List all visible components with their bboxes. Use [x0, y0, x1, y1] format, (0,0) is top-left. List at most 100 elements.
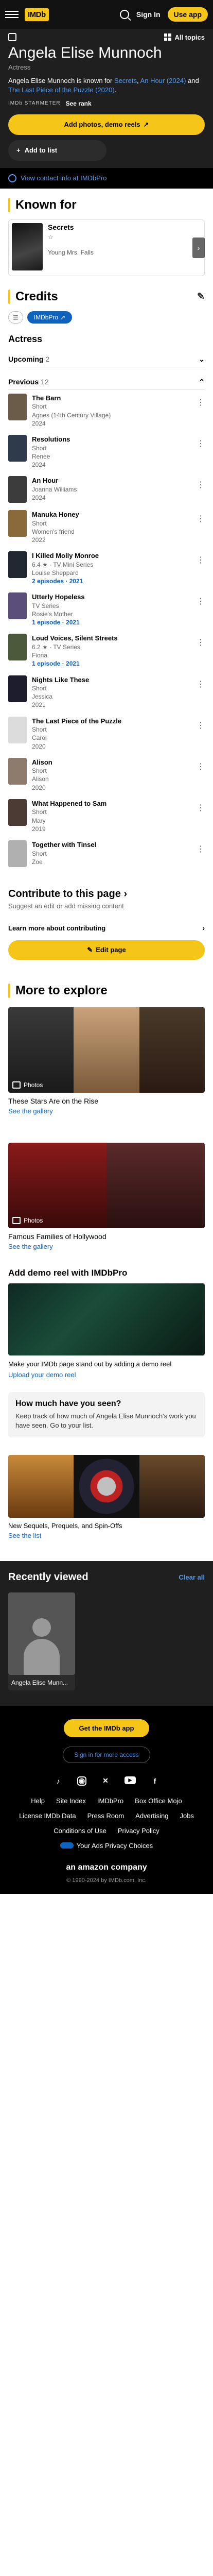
see-list-link[interactable]: See the list [8, 1532, 205, 1539]
add-photos-button[interactable]: Add photos, demo reels ↗ [8, 114, 205, 135]
footer-link[interactable]: IMDbPro [97, 1797, 123, 1805]
previous-toggle[interactable]: Previous 12 ⌃ [8, 375, 205, 390]
all-topics-label: All topics [174, 33, 205, 41]
gallery-card-families[interactable]: Photos [8, 1142, 205, 1228]
credit-meta2: Zoe [32, 858, 43, 866]
sign-in-link[interactable]: Sign In [136, 10, 161, 19]
more-options-icon[interactable]: ⋮ [197, 720, 205, 731]
more-options-icon[interactable]: ⋮ [197, 514, 205, 524]
credit-title[interactable]: Loud Voices, Silent Streets [32, 634, 205, 643]
more-options-icon[interactable]: ⋮ [197, 844, 205, 854]
bio-link-last-piece[interactable]: The Last Piece of the Puzzle (2020) [8, 86, 115, 94]
credit-title[interactable]: Nights Like These [32, 675, 205, 685]
credit-title[interactable]: What Happened to Sam [32, 799, 205, 808]
credit-row[interactable]: Together with Tinsel Short Zoe ⋮ [8, 837, 205, 871]
footer-link[interactable]: License IMDb Data [19, 1812, 76, 1820]
credit-row[interactable]: What Happened to Sam Short Mary 2019 ⋮ [8, 795, 205, 837]
imdbpro-contact-link[interactable]: View contact info at IMDbPro [0, 167, 213, 189]
upload-demo-reel-link[interactable]: Upload your demo reel [8, 1371, 205, 1379]
sign-in-more-button[interactable]: Sign in for more access [63, 1746, 150, 1763]
edit-pencil-icon[interactable]: ✎ [197, 291, 205, 302]
footer-link[interactable]: Site Index [56, 1797, 86, 1805]
credit-title[interactable]: Resolutions [32, 435, 205, 444]
footer-link[interactable]: Jobs [180, 1812, 193, 1820]
gallery-title: Famous Families of Hollywood [8, 1232, 106, 1241]
footer-link[interactable]: Advertising [135, 1812, 168, 1820]
use-app-button[interactable]: Use app [167, 7, 208, 22]
credit-row[interactable]: Alison Short Alison 2020 ⋮ [8, 754, 205, 795]
filter-icon[interactable]: ☰ [8, 311, 23, 324]
clear-all-button[interactable]: Clear all [179, 1573, 205, 1581]
instagram-icon[interactable]: ◉ [77, 1776, 86, 1786]
tiktok-icon[interactable]: ♪ [54, 1776, 63, 1786]
footer-link[interactable]: Box Office Mojo [135, 1797, 182, 1805]
more-options-icon[interactable]: ⋮ [197, 761, 205, 772]
photos-label: Photos [24, 1216, 43, 1224]
demo-reel-image[interactable] [8, 1283, 205, 1355]
star-outline-icon[interactable]: ☆ [48, 233, 94, 241]
more-options-icon[interactable]: ⋮ [197, 555, 205, 565]
imdbpro-chip[interactable]: IMDbPro ↗ [27, 311, 73, 324]
learn-contributing-link[interactable]: Learn more about contributing › [8, 921, 205, 935]
credit-info: Loud Voices, Silent Streets 6.2 ★ · TV Se… [32, 634, 205, 668]
credit-row[interactable]: An Hour Joanna Williams 2024 ⋮ [8, 472, 205, 506]
credit-title[interactable]: An Hour [32, 476, 205, 485]
credit-row[interactable]: Loud Voices, Silent Streets 6.2 ★ · TV Se… [8, 630, 205, 671]
credit-title[interactable]: Together with Tinsel [32, 840, 205, 850]
more-options-icon[interactable]: ⋮ [197, 596, 205, 606]
see-gallery-link[interactable]: See the gallery [8, 1243, 205, 1250]
sequels-image[interactable] [8, 1454, 205, 1518]
get-app-button[interactable]: Get the IMDb app [63, 1719, 150, 1737]
youtube-icon[interactable]: ▶ [125, 1776, 136, 1784]
more-options-icon[interactable]: ⋮ [197, 480, 205, 490]
gallery-card-rising-stars[interactable]: Photos [8, 1007, 205, 1093]
credit-title[interactable]: The Last Piece of the Puzzle [32, 717, 205, 726]
upcoming-toggle[interactable]: Upcoming 2 ⌄ [8, 352, 205, 367]
credit-title[interactable]: Utterly Hopeless [32, 592, 205, 602]
credit-title[interactable]: The Barn [32, 394, 205, 403]
more-options-icon[interactable]: ⋮ [197, 803, 205, 813]
poster-image [8, 799, 27, 826]
see-gallery-link[interactable]: See the gallery [8, 1107, 205, 1115]
facebook-icon[interactable]: f [150, 1776, 159, 1786]
credit-row[interactable]: Resolutions Short Renee 2024 ⋮ [8, 431, 205, 472]
contribute-title[interactable]: Contribute to this page › [8, 888, 205, 900]
credit-list: The Barn Short Agnes (14th Century Village… [8, 390, 205, 871]
more-options-icon[interactable]: ⋮ [197, 679, 205, 689]
seen-text: Keep track of how much of Angela Elise M… [15, 1412, 196, 1429]
credit-title[interactable]: Alison [32, 758, 205, 767]
see-rank-link[interactable]: See rank [66, 100, 92, 107]
ads-privacy-link[interactable]: Your Ads Privacy Choices [8, 1842, 205, 1850]
more-options-icon[interactable]: ⋮ [197, 637, 205, 648]
hamburger-menu-icon[interactable] [5, 9, 19, 20]
credit-row[interactable]: Utterly Hopeless TV Series Rosie's Mother 1… [8, 589, 205, 630]
explore-title: More to explore [8, 984, 205, 998]
recent-item[interactable]: Angela Elise Munn... [8, 1592, 75, 1690]
footer-link[interactable]: Help [31, 1797, 45, 1805]
credit-info: Utterly Hopeless TV Series Rosie's Mother 1… [32, 592, 205, 626]
credit-title[interactable]: Manuka Honey [32, 510, 205, 519]
add-to-list-button[interactable]: + Add to list [8, 140, 106, 161]
imdb-logo[interactable]: IMDb [25, 8, 49, 21]
bio-link-secrets[interactable]: Secrets [114, 77, 137, 84]
more-options-icon[interactable]: ⋮ [197, 438, 205, 449]
known-for-card[interactable]: Secrets ☆ Young Mrs. Falls [8, 219, 205, 276]
credit-title[interactable]: I Killed Molly Monroe [32, 551, 205, 561]
credit-row[interactable]: The Barn Short Agnes (14th Century Village… [8, 390, 205, 431]
credit-row[interactable]: The Last Piece of the Puzzle Short Carol 20… [8, 713, 205, 754]
credit-row[interactable]: Manuka Honey Short Women's friend 2022 ⋮ [8, 506, 205, 548]
search-icon[interactable] [119, 10, 129, 19]
share-icon[interactable] [8, 33, 16, 41]
credit-row[interactable]: I Killed Molly Monroe 6.4 ★ · TV Mini Ser… [8, 548, 205, 589]
all-topics-button[interactable]: All topics [164, 33, 205, 41]
chevron-right-icon[interactable]: › [192, 237, 205, 258]
footer-link[interactable]: Press Room [87, 1812, 125, 1820]
credit-row[interactable]: Nights Like These Short Jessica 2021 ⋮ [8, 672, 205, 713]
x-icon[interactable]: ✕ [101, 1776, 110, 1786]
edit-page-button[interactable]: ✎ Edit page [8, 940, 205, 960]
credit-meta2: 2024 [32, 494, 46, 501]
footer-link[interactable]: Privacy Policy [118, 1827, 159, 1835]
bio-link-an-hour[interactable]: An Hour (2024) [140, 77, 186, 84]
footer-link[interactable]: Conditions of Use [54, 1827, 106, 1835]
more-options-icon[interactable]: ⋮ [197, 397, 205, 408]
